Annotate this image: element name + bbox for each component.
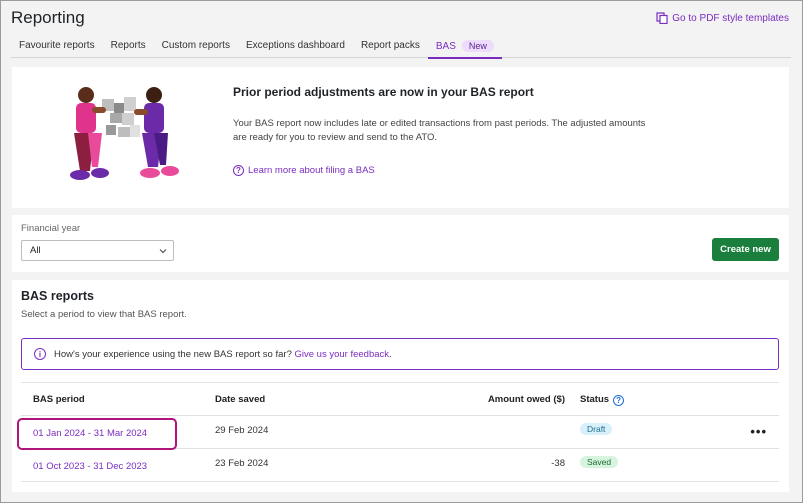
create-new-button[interactable]: Create new [712,238,779,261]
tab-bas-label: BAS [435,41,456,52]
financial-year-value: All [30,245,41,256]
info-icon: i [34,348,46,360]
date-saved: 23 Feb 2024 [215,458,269,469]
status-badge: Draft [580,423,613,435]
tab-report-packs[interactable]: Report packs [353,36,428,58]
col-date-header: Date saved [215,394,266,405]
bas-reports-panel: BAS reports Select a period to view that… [12,280,789,492]
table-row[interactable]: 01 Oct 2023 - 31 Dec 2023 23 Feb 2024 -3… [21,449,779,482]
learn-more-label: Learn more about filing a BAS [248,165,375,176]
reports-subtitle: Select a period to view that BAS report. [21,309,187,320]
feedback-banner: i How's your experience using the new BA… [21,338,779,370]
learn-more-link[interactable]: ? Learn more about filing a BAS [233,165,375,176]
copy-icon [656,12,668,24]
financial-year-label: Financial year [21,223,81,234]
filter-panel: Financial year All Create new [12,215,789,272]
financial-year-select[interactable]: All [21,240,174,261]
col-period-header: BAS period [33,394,85,405]
reports-title: BAS reports [21,289,94,303]
help-icon[interactable]: ? [613,395,625,406]
status-badge: Saved [580,456,619,468]
table-row[interactable]: 01 Jan 2024 - 31 Mar 2024 29 Feb 2024 Dr… [21,416,779,449]
new-badge: New [461,40,494,52]
bas-reports-table: BAS period Date saved Amount owed ($) St… [21,382,779,482]
more-options-button[interactable]: ••• [750,424,767,439]
announcement-banner: Prior period adjustments are now in your… [12,67,789,208]
banner-title: Prior period adjustments are now in your… [233,85,534,99]
col-status-header: Status? [580,394,625,406]
tab-favourite-reports[interactable]: Favourite reports [11,36,103,58]
tab-bar: Favourite reports Reports Custom reports… [11,36,791,59]
tab-reports[interactable]: Reports [103,36,154,58]
question-icon: ? [233,165,244,176]
table-header: BAS period Date saved Amount owed ($) St… [21,382,779,416]
date-saved: 29 Feb 2024 [215,425,269,436]
period-link[interactable]: 01 Oct 2023 - 31 Dec 2023 [33,461,147,472]
pdf-templates-link[interactable]: Go to PDF style templates [656,12,789,24]
amount-owed: -38 [551,458,565,469]
tab-bas[interactable]: BAS New [427,36,502,59]
tab-exceptions-dashboard[interactable]: Exceptions dashboard [238,36,353,58]
people-puzzle-illustration [70,87,179,180]
page-title: Reporting [11,8,85,27]
feedback-end: . [389,348,392,360]
feedback-text: How's your experience using the new BAS … [54,348,292,360]
col-amount-header: Amount owed ($) [487,394,565,405]
banner-body: Your BAS report now includes late or edi… [233,118,646,143]
tab-custom-reports[interactable]: Custom reports [154,36,238,58]
pdf-templates-label: Go to PDF style templates [672,12,789,24]
col-status-label: Status [580,394,610,405]
feedback-link[interactable]: Give us your feedback [295,349,390,360]
period-link[interactable]: 01 Jan 2024 - 31 Mar 2024 [33,428,147,439]
chevron-down-icon [159,249,167,254]
